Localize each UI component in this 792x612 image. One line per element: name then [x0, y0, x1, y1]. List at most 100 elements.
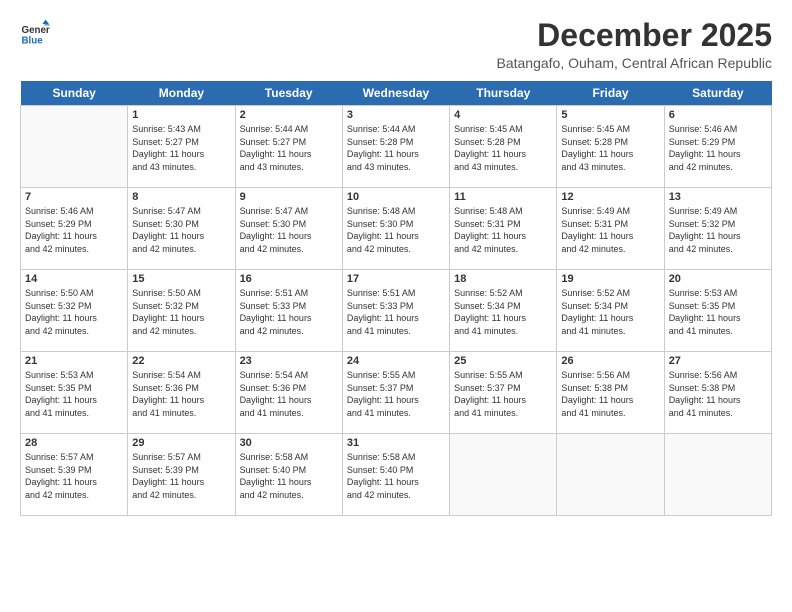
day-info: Sunrise: 5:54 AM Sunset: 5:36 PM Dayligh…: [240, 369, 338, 419]
calendar-cell: 7 Sunrise: 5:46 AM Sunset: 5:29 PM Daylig…: [21, 188, 128, 270]
calendar-cell: 23 Sunrise: 5:54 AM Sunset: 5:36 PM Dayli…: [235, 352, 342, 434]
title-block: December 2025 Batangafo, Ouham, Central …: [497, 18, 773, 71]
day-number: 18: [454, 273, 552, 285]
day-number: 23: [240, 355, 338, 367]
day-number: 8: [132, 191, 230, 203]
day-info: Sunrise: 5:49 AM Sunset: 5:31 PM Dayligh…: [561, 205, 659, 255]
day-number: 2: [240, 109, 338, 121]
day-number: 24: [347, 355, 445, 367]
day-number: 7: [25, 191, 123, 203]
day-info: Sunrise: 5:46 AM Sunset: 5:29 PM Dayligh…: [669, 123, 767, 173]
day-number: 6: [669, 109, 767, 121]
day-info: Sunrise: 5:43 AM Sunset: 5:27 PM Dayligh…: [132, 123, 230, 173]
day-number: 26: [561, 355, 659, 367]
calendar-cell: 24 Sunrise: 5:55 AM Sunset: 5:37 PM Dayli…: [342, 352, 449, 434]
day-info: Sunrise: 5:57 AM Sunset: 5:39 PM Dayligh…: [25, 451, 123, 501]
day-number: 5: [561, 109, 659, 121]
day-info: Sunrise: 5:57 AM Sunset: 5:39 PM Dayligh…: [132, 451, 230, 501]
header-day-thursday: Thursday: [450, 81, 557, 106]
day-number: 3: [347, 109, 445, 121]
calendar-cell: 26 Sunrise: 5:56 AM Sunset: 5:38 PM Dayli…: [557, 352, 664, 434]
calendar-header: SundayMondayTuesdayWednesdayThursdayFrid…: [21, 81, 772, 106]
calendar-cell: 3Sunrise: 5:44 AM Sunset: 5:28 PM Daylig…: [342, 106, 449, 188]
calendar-cell: 17 Sunrise: 5:51 AM Sunset: 5:33 PM Dayli…: [342, 270, 449, 352]
calendar-cell: 11 Sunrise: 5:48 AM Sunset: 5:31 PM Dayli…: [450, 188, 557, 270]
header-day-friday: Friday: [557, 81, 664, 106]
day-number: 21: [25, 355, 123, 367]
calendar-cell: 13Sunrise: 5:49 AM Sunset: 5:32 PM Dayli…: [664, 188, 771, 270]
calendar-cell: 19 Sunrise: 5:52 AM Sunset: 5:34 PM Dayli…: [557, 270, 664, 352]
day-number: 31: [347, 437, 445, 449]
week-row-3: 14Sunrise: 5:50 AM Sunset: 5:32 PM Dayli…: [21, 270, 772, 352]
calendar-container: General Blue December 2025 Batangafo, Ou…: [0, 0, 792, 526]
calendar-cell: 10Sunrise: 5:48 AM Sunset: 5:30 PM Dayli…: [342, 188, 449, 270]
day-info: Sunrise: 5:48 AM Sunset: 5:31 PM Dayligh…: [454, 205, 552, 255]
day-info: Sunrise: 5:58 AM Sunset: 5:40 PM Dayligh…: [347, 451, 445, 501]
day-info: Sunrise: 5:49 AM Sunset: 5:32 PM Dayligh…: [669, 205, 767, 255]
day-number: 17: [347, 273, 445, 285]
calendar-cell: [557, 434, 664, 516]
calendar-cell: 18 Sunrise: 5:52 AM Sunset: 5:34 PM Dayli…: [450, 270, 557, 352]
week-row-4: 21 Sunrise: 5:53 AM Sunset: 5:35 PM Dayli…: [21, 352, 772, 434]
calendar-cell: 12 Sunrise: 5:49 AM Sunset: 5:31 PM Dayli…: [557, 188, 664, 270]
calendar-cell: [21, 106, 128, 188]
day-info: Sunrise: 5:53 AM Sunset: 5:35 PM Dayligh…: [25, 369, 123, 419]
day-number: 30: [240, 437, 338, 449]
day-info: Sunrise: 5:55 AM Sunset: 5:37 PM Dayligh…: [454, 369, 552, 419]
calendar-cell: 31 Sunrise: 5:58 AM Sunset: 5:40 PM Dayli…: [342, 434, 449, 516]
day-info: Sunrise: 5:55 AM Sunset: 5:37 PM Dayligh…: [347, 369, 445, 419]
calendar-cell: 20Sunrise: 5:53 AM Sunset: 5:35 PM Dayli…: [664, 270, 771, 352]
day-number: 25: [454, 355, 552, 367]
day-info: Sunrise: 5:45 AM Sunset: 5:28 PM Dayligh…: [454, 123, 552, 173]
calendar-cell: 6 Sunrise: 5:46 AM Sunset: 5:29 PM Daylig…: [664, 106, 771, 188]
day-number: 16: [240, 273, 338, 285]
day-number: 27: [669, 355, 767, 367]
day-info: Sunrise: 5:44 AM Sunset: 5:27 PM Dayligh…: [240, 123, 338, 173]
month-title: December 2025: [497, 18, 773, 53]
calendar-cell: 5 Sunrise: 5:45 AM Sunset: 5:28 PM Daylig…: [557, 106, 664, 188]
calendar-cell: 9Sunrise: 5:47 AM Sunset: 5:30 PM Daylig…: [235, 188, 342, 270]
calendar-cell: 25 Sunrise: 5:55 AM Sunset: 5:37 PM Dayli…: [450, 352, 557, 434]
calendar-cell: 15Sunrise: 5:50 AM Sunset: 5:32 PM Dayli…: [128, 270, 235, 352]
day-info: Sunrise: 5:51 AM Sunset: 5:33 PM Dayligh…: [347, 287, 445, 337]
day-number: 1: [132, 109, 230, 121]
calendar-cell: 1 Sunrise: 5:43 AM Sunset: 5:27 PM Daylig…: [128, 106, 235, 188]
calendar-cell: [450, 434, 557, 516]
day-number: 28: [25, 437, 123, 449]
logo-icon: General Blue: [20, 18, 50, 48]
day-info: Sunrise: 5:45 AM Sunset: 5:28 PM Dayligh…: [561, 123, 659, 173]
day-number: 19: [561, 273, 659, 285]
calendar-cell: 4 Sunrise: 5:45 AM Sunset: 5:28 PM Daylig…: [450, 106, 557, 188]
calendar-cell: [664, 434, 771, 516]
logo: General Blue: [20, 18, 50, 48]
day-number: 15: [132, 273, 230, 285]
day-number: 22: [132, 355, 230, 367]
calendar-cell: 29 Sunrise: 5:57 AM Sunset: 5:39 PM Dayli…: [128, 434, 235, 516]
week-row-2: 7 Sunrise: 5:46 AM Sunset: 5:29 PM Daylig…: [21, 188, 772, 270]
day-number: 11: [454, 191, 552, 203]
day-info: Sunrise: 5:47 AM Sunset: 5:30 PM Dayligh…: [240, 205, 338, 255]
day-info: Sunrise: 5:52 AM Sunset: 5:34 PM Dayligh…: [454, 287, 552, 337]
day-info: Sunrise: 5:52 AM Sunset: 5:34 PM Dayligh…: [561, 287, 659, 337]
calendar-cell: 27Sunrise: 5:56 AM Sunset: 5:38 PM Dayli…: [664, 352, 771, 434]
day-info: Sunrise: 5:51 AM Sunset: 5:33 PM Dayligh…: [240, 287, 338, 337]
day-info: Sunrise: 5:53 AM Sunset: 5:35 PM Dayligh…: [669, 287, 767, 337]
day-number: 29: [132, 437, 230, 449]
header-day-monday: Monday: [128, 81, 235, 106]
day-info: Sunrise: 5:54 AM Sunset: 5:36 PM Dayligh…: [132, 369, 230, 419]
header-day-saturday: Saturday: [664, 81, 771, 106]
day-info: Sunrise: 5:56 AM Sunset: 5:38 PM Dayligh…: [561, 369, 659, 419]
day-info: Sunrise: 5:46 AM Sunset: 5:29 PM Dayligh…: [25, 205, 123, 255]
day-number: 4: [454, 109, 552, 121]
svg-text:Blue: Blue: [22, 36, 44, 47]
calendar-cell: 8 Sunrise: 5:47 AM Sunset: 5:30 PM Daylig…: [128, 188, 235, 270]
day-info: Sunrise: 5:47 AM Sunset: 5:30 PM Dayligh…: [132, 205, 230, 255]
calendar-cell: 28 Sunrise: 5:57 AM Sunset: 5:39 PM Dayli…: [21, 434, 128, 516]
week-row-1: 1 Sunrise: 5:43 AM Sunset: 5:27 PM Daylig…: [21, 106, 772, 188]
header-day-sunday: Sunday: [21, 81, 128, 106]
day-number: 12: [561, 191, 659, 203]
calendar-cell: 2 Sunrise: 5:44 AM Sunset: 5:27 PM Daylig…: [235, 106, 342, 188]
day-number: 14: [25, 273, 123, 285]
header: General Blue December 2025 Batangafo, Ou…: [20, 18, 772, 71]
svg-text:General: General: [22, 25, 51, 36]
